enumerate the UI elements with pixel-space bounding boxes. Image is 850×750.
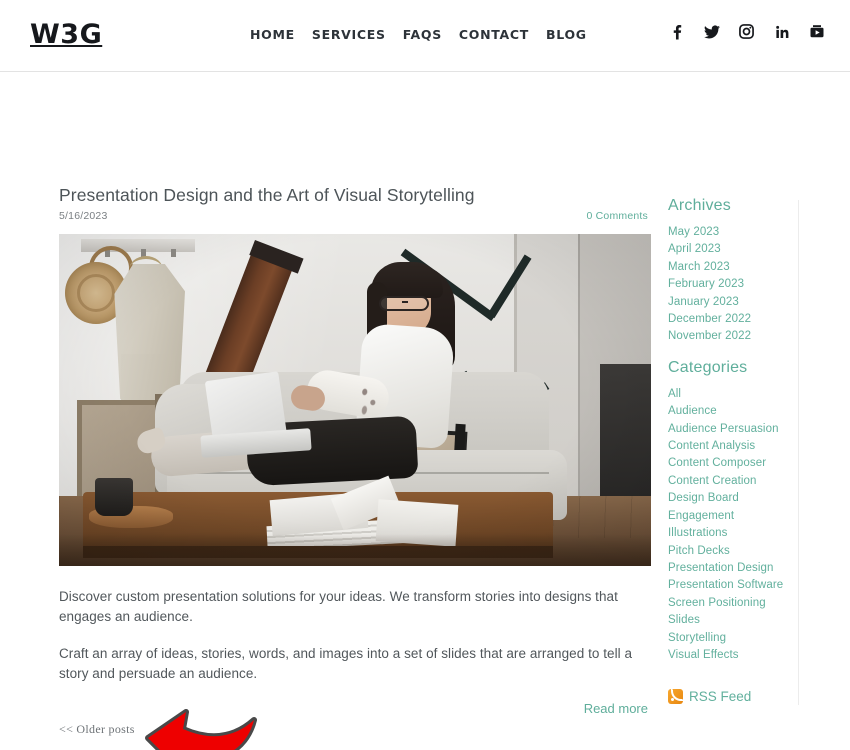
archive-link-march-2023[interactable]: March 2023	[668, 261, 730, 273]
site-header: W3G HOME SERVICES FAQS CONTACT BLOG	[0, 0, 850, 72]
list-item: Audience Persuasion	[668, 420, 848, 437]
read-more-link[interactable]: Read more	[584, 701, 648, 716]
archive-link-may-2023[interactable]: May 2023	[668, 226, 719, 238]
list-item: Presentation Software	[668, 576, 848, 593]
categories-title: Categories	[668, 358, 748, 376]
category-link-screen-positioning[interactable]: Screen Positioning	[668, 597, 766, 609]
facebook-icon[interactable]	[669, 24, 684, 40]
list-item: Illustrations	[668, 524, 848, 541]
twitter-icon[interactable]	[704, 24, 720, 40]
category-link-audience[interactable]: Audience	[668, 405, 717, 417]
youtube-icon[interactable]	[809, 24, 824, 40]
post-body: Discover custom presentation solutions f…	[59, 587, 651, 684]
list-item: March 2023	[668, 258, 848, 275]
list-item: January 2023	[668, 293, 848, 310]
rss-feed-label: RSS Feed	[689, 689, 752, 705]
social-links	[669, 24, 824, 40]
category-link-slides[interactable]: Slides	[668, 614, 700, 626]
archive-link-november-2022[interactable]: November 2022	[668, 330, 751, 342]
list-item: April 2023	[668, 240, 848, 257]
list-item: Screen Positioning	[668, 594, 848, 611]
list-item: Slides	[668, 611, 848, 628]
post-title: Presentation Design and the Art of Visua…	[59, 185, 475, 205]
main-navigation: HOME SERVICES FAQS CONTACT BLOG	[250, 27, 587, 42]
read-more-row: Read more	[59, 700, 651, 718]
nav-item-home[interactable]: HOME	[250, 27, 295, 42]
instagram-icon[interactable]	[739, 24, 754, 40]
list-item: Storytelling	[668, 629, 848, 646]
post-paragraph: Discover custom presentation solutions f…	[59, 589, 618, 624]
nav-item-faqs[interactable]: FAQS	[403, 27, 442, 42]
category-link-illustrations[interactable]: Illustrations	[668, 527, 727, 539]
page-body: Presentation Design and the Art of Visua…	[0, 72, 850, 750]
nav-item-contact[interactable]: CONTACT	[459, 27, 529, 42]
archive-link-april-2023[interactable]: April 2023	[668, 243, 721, 255]
archives-title: Archives	[668, 197, 731, 214]
post-date: 5/16/2023	[59, 210, 108, 222]
nav-item-services[interactable]: SERVICES	[312, 27, 386, 42]
categories-list: All Audience Audience Persuasion Content…	[668, 385, 848, 664]
sidebar: Archives May 2023 April 2023 March 2023 …	[668, 197, 848, 705]
archive-link-december-2022[interactable]: December 2022	[668, 313, 751, 325]
site-logo[interactable]: W3G	[30, 19, 102, 50]
category-link-content-analysis[interactable]: Content Analysis	[668, 440, 755, 452]
list-item: Content Analysis	[668, 437, 848, 454]
linkedin-icon[interactable]	[774, 24, 789, 40]
nav-item-blog[interactable]: BLOG	[546, 27, 587, 42]
widget-categories: Categories All Audience Audience Persuas…	[668, 359, 848, 664]
archive-link-february-2023[interactable]: February 2023	[668, 278, 744, 290]
list-item: Content Composer	[668, 454, 848, 471]
photo-vignette	[59, 234, 651, 566]
list-item: May 2023	[668, 223, 848, 240]
category-link-storytelling[interactable]: Storytelling	[668, 632, 726, 644]
post-comments-link[interactable]: 0 Comments	[586, 210, 648, 222]
category-link-audience-persuasion[interactable]: Audience Persuasion	[668, 423, 779, 435]
archive-link-january-2023[interactable]: January 2023	[668, 296, 739, 308]
post-paragraph: Craft an array of ideas, stories, words,…	[59, 646, 633, 681]
category-link-design-board[interactable]: Design Board	[668, 492, 739, 504]
category-link-content-composer[interactable]: Content Composer	[668, 457, 766, 469]
list-item: Design Board	[668, 489, 848, 506]
list-item: All	[668, 385, 848, 402]
list-item: Audience	[668, 402, 848, 419]
widget-archives: Archives May 2023 April 2023 March 2023 …	[668, 197, 848, 345]
list-item: Pitch Decks	[668, 542, 848, 559]
list-item: Engagement	[668, 507, 848, 524]
category-link-presentation-software[interactable]: Presentation Software	[668, 579, 783, 591]
category-link-pitch-decks[interactable]: Pitch Decks	[668, 545, 730, 557]
list-item: December 2022	[668, 310, 848, 327]
post-meta: 5/16/2023 0 Comments	[59, 210, 651, 226]
category-link-content-creation[interactable]: Content Creation	[668, 475, 757, 487]
category-link-all[interactable]: All	[668, 388, 681, 400]
blog-post-article: Presentation Design and the Art of Visua…	[59, 184, 651, 718]
rss-icon	[668, 688, 684, 705]
older-posts-link[interactable]: << Older posts	[59, 722, 135, 737]
list-item: Presentation Design	[668, 559, 848, 576]
list-item: Content Creation	[668, 472, 848, 489]
rss-feed-link[interactable]: RSS Feed	[668, 688, 848, 705]
list-item: February 2023	[668, 275, 848, 292]
archives-list: May 2023 April 2023 March 2023 February …	[668, 223, 848, 345]
category-link-visual-effects[interactable]: Visual Effects	[668, 649, 739, 661]
list-item: November 2022	[668, 327, 848, 344]
category-link-engagement[interactable]: Engagement	[668, 510, 734, 522]
category-link-presentation-design[interactable]: Presentation Design	[668, 562, 773, 574]
list-item: Visual Effects	[668, 646, 848, 663]
post-featured-image	[59, 234, 651, 566]
